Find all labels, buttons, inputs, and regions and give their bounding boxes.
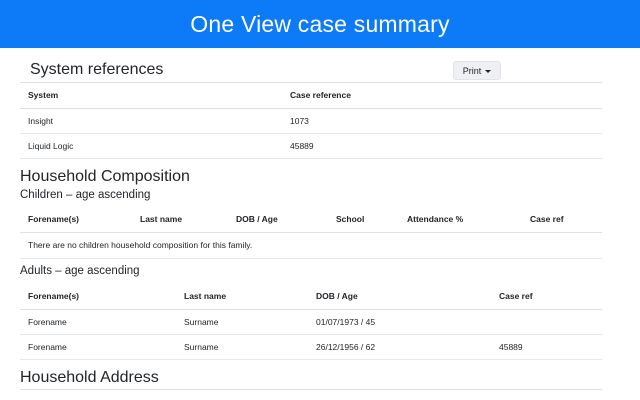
section-divider: [20, 389, 602, 390]
table-cell: 01/07/1973 / 45: [308, 309, 491, 335]
page-title: One View case summary: [190, 10, 450, 37]
table-cell: Surname: [176, 309, 308, 335]
table-cell: 1073: [282, 108, 602, 134]
empty-message: There are no children household composit…: [20, 232, 602, 259]
column-header-dob-age: DOB / Age: [228, 206, 328, 233]
table-row: Forename Surname 01/07/1973 / 45: [20, 309, 602, 335]
table-cell: [491, 309, 602, 335]
children-table: Forename(s) Last name DOB / Age School A…: [20, 206, 602, 259]
table-cell: Forename: [20, 309, 176, 335]
table-row: Insight 1073: [20, 108, 602, 134]
system-references-title: System references: [30, 61, 164, 78]
caret-down-icon: [485, 69, 492, 73]
adults-subtitle: Adults – age ascending: [20, 265, 140, 277]
column-header-attendance: Attendance %: [399, 206, 522, 233]
column-header-case-ref: Case ref: [522, 206, 602, 233]
column-header-case-reference: Case reference: [282, 82, 602, 109]
column-header-forename: Forename(s): [20, 206, 132, 233]
table-cell: Liquid Logic: [20, 133, 282, 159]
adults-table: Forename(s) Last name DOB / Age Case ref…: [20, 283, 602, 360]
column-header-system: System: [20, 82, 282, 109]
table-cell: Insight: [20, 108, 282, 134]
table-cell: 45889: [491, 334, 602, 360]
column-header-dob-age: DOB / Age: [308, 283, 491, 310]
table-row: Liquid Logic 45889: [20, 133, 602, 159]
app-header: One View case summary: [0, 0, 640, 48]
column-header-forename: Forename(s): [20, 283, 176, 310]
table-row: There are no children household composit…: [20, 232, 602, 259]
table-cell: Surname: [176, 334, 308, 360]
table-cell: 26/12/1956 / 62: [308, 334, 491, 360]
main-content: System references Print System Case refe…: [0, 48, 640, 400]
table-header-row: System Case reference: [20, 82, 602, 109]
table-cell: Forename: [20, 334, 176, 360]
household-address-title: Household Address: [20, 369, 159, 386]
household-composition-title: Household Composition: [20, 168, 190, 185]
children-subtitle: Children – age ascending: [20, 189, 151, 201]
print-button[interactable]: Print: [453, 61, 501, 80]
print-button-label: Print: [462, 65, 482, 76]
system-references-table: System Case reference Insight 1073 Liqui…: [20, 82, 602, 159]
column-header-case-ref: Case ref: [491, 283, 602, 310]
table-header-row: Forename(s) Last name DOB / Age School A…: [20, 206, 602, 233]
column-header-last-name: Last name: [132, 206, 228, 233]
column-header-school: School: [328, 206, 399, 233]
table-header-row: Forename(s) Last name DOB / Age Case ref: [20, 283, 602, 310]
column-header-last-name: Last name: [176, 283, 308, 310]
table-row: Forename Surname 26/12/1956 / 62 45889: [20, 334, 602, 360]
table-cell: 45889: [282, 133, 602, 159]
